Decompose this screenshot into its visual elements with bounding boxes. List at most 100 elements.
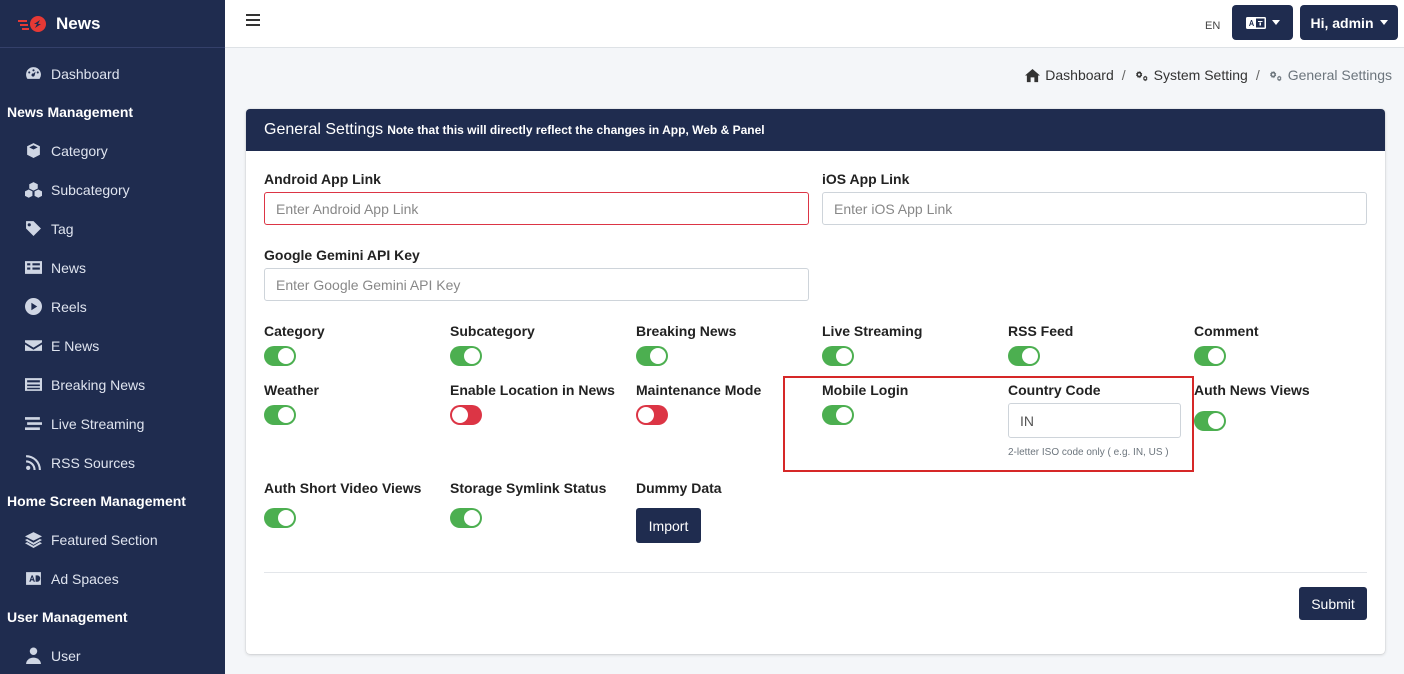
breadcrumb-dashboard[interactable]: Dashboard	[1025, 67, 1114, 83]
weather-toggle-label: Weather	[264, 382, 319, 398]
user-menu-button[interactable]: Hi, admin	[1300, 5, 1398, 40]
sidebar-item-live-streaming[interactable]: Live Streaming	[0, 404, 225, 443]
location-toggle-label: Enable Location in News	[450, 382, 615, 398]
breadcrumb-system-setting[interactable]: System Setting	[1134, 67, 1248, 83]
symlink-toggle-label: Storage Symlink Status	[450, 480, 607, 496]
maintenance-toggle[interactable]	[636, 405, 668, 425]
sidebar-item-category[interactable]: Category	[0, 131, 225, 170]
gears-icon	[1135, 70, 1148, 81]
breadcrumb-label: Dashboard	[1045, 67, 1114, 83]
dashboard-icon	[24, 65, 42, 83]
sidebar-item-label: User	[51, 647, 81, 664]
breadcrumb-general-settings: General Settings	[1268, 67, 1392, 83]
sidebar-item-label: Ad Spaces	[51, 570, 119, 587]
comment-toggle-label: Comment	[1194, 323, 1259, 339]
rss-feed-toggle-label: RSS Feed	[1008, 323, 1074, 339]
sidebar-item-label: Reels	[51, 298, 87, 315]
category-toggle-label: Category	[264, 323, 325, 339]
language-code: EN	[1205, 20, 1221, 32]
envelope-icon	[24, 337, 42, 355]
auth-news-views-toggle[interactable]	[1194, 411, 1226, 431]
gemini-key-label: Google Gemini API Key	[264, 247, 420, 263]
logo-icon	[18, 15, 46, 32]
menu-toggle-icon[interactable]	[246, 14, 260, 28]
sidebar-item-featured-section[interactable]: Featured Section	[0, 520, 225, 559]
sidebar-item-subcategory[interactable]: Subcategory	[0, 170, 225, 209]
home-icon	[1025, 68, 1041, 82]
sidebar-item-label: Featured Section	[51, 531, 158, 548]
sidebar-item-label: Category	[51, 142, 108, 159]
subcategory-toggle-label: Subcategory	[450, 323, 535, 339]
breadcrumb-label: General Settings	[1287, 67, 1392, 83]
general-settings-card: General Settings Note that this will dir…	[246, 109, 1385, 654]
language-button[interactable]	[1232, 5, 1293, 40]
ad-icon	[24, 570, 42, 588]
mobile-login-toggle[interactable]	[822, 405, 854, 425]
sidebar-item-label: Subcategory	[51, 181, 130, 198]
category-toggle[interactable]	[264, 346, 296, 366]
sidebar-item-label: Dashboard	[51, 65, 120, 82]
sidebar-item-label: News	[51, 259, 87, 276]
sidebar-section-header: User Management	[7, 609, 128, 625]
symlink-toggle[interactable]	[450, 508, 482, 528]
auth-short-video-toggle-label: Auth Short Video Views	[264, 480, 422, 496]
sidebar-item-reels[interactable]: Reels	[0, 287, 225, 326]
cubes-icon	[24, 181, 42, 199]
layers-icon	[24, 531, 42, 549]
sidebar-item-label: RSS Sources	[51, 454, 136, 471]
cube-icon	[24, 142, 42, 160]
chevron-down-icon	[1271, 20, 1280, 25]
auth-short-video-toggle[interactable]	[264, 508, 296, 528]
gears-icon	[1269, 70, 1282, 81]
sidebar-item-label: Breaking News	[51, 376, 146, 393]
sidebar-item-label: Tag	[51, 220, 74, 237]
subcategory-toggle[interactable]	[450, 346, 482, 366]
stream-icon	[24, 415, 42, 433]
sidebar-item-breaking-news[interactable]: Breaking News	[0, 365, 225, 404]
country-code-input[interactable]	[1008, 403, 1181, 438]
breadcrumb-label: System Setting	[1153, 67, 1248, 83]
card-header: General Settings Note that this will dir…	[246, 109, 1385, 151]
import-button[interactable]: Import	[636, 508, 701, 543]
ios-link-label: iOS App Link	[822, 171, 910, 187]
sidebar-section-header: News Management	[7, 104, 134, 120]
card-title: General Settings	[264, 121, 384, 138]
rss-feed-toggle[interactable]	[1008, 346, 1040, 366]
sidebar-item-label: Live Streaming	[51, 415, 145, 432]
user-icon	[24, 647, 42, 665]
live-streaming-toggle[interactable]	[822, 346, 854, 366]
brand[interactable]: News	[0, 0, 225, 48]
breaking-news-toggle-label: Breaking News	[636, 323, 737, 339]
location-toggle[interactable]	[450, 405, 482, 425]
topbar: EN Hi, admin	[225, 0, 1404, 48]
breadcrumb-separator: /	[1255, 67, 1260, 83]
submit-button[interactable]: Submit	[1299, 587, 1367, 620]
sidebar-item-news[interactable]: News	[0, 248, 225, 287]
user-greeting: Hi, admin	[1310, 14, 1374, 31]
mobile-login-toggle-label: Mobile Login	[822, 382, 909, 398]
gemini-key-input[interactable]	[264, 268, 809, 301]
sidebar-item-e-news[interactable]: E News	[0, 326, 225, 365]
android-link-label: Android App Link	[264, 171, 381, 187]
brand-name: News	[56, 13, 101, 33]
live-streaming-toggle-label: Live Streaming	[822, 323, 923, 339]
chevron-down-icon	[1379, 20, 1388, 25]
sidebar-item-tag[interactable]: Tag	[0, 209, 225, 248]
android-link-input[interactable]	[264, 192, 809, 225]
breaking-news-toggle[interactable]	[636, 346, 668, 366]
country-code-label: Country Code	[1008, 382, 1101, 398]
sidebar-item-ad-spaces[interactable]: Ad Spaces	[0, 559, 225, 598]
weather-toggle[interactable]	[264, 405, 296, 425]
ios-link-input[interactable]	[822, 192, 1367, 225]
sidebar-item-user[interactable]: User	[0, 636, 225, 674]
sidebar-item-rss-sources[interactable]: RSS Sources	[0, 443, 225, 482]
dummy-data-label: Dummy Data	[636, 480, 722, 496]
comment-toggle[interactable]	[1194, 346, 1226, 366]
sidebar-section-header: Home Screen Management	[7, 493, 186, 509]
sidebar-item-dashboard[interactable]: Dashboard	[0, 54, 225, 93]
card-note: Note that this will directly reflect the…	[387, 123, 765, 137]
auth-news-views-toggle-label: Auth News Views	[1194, 382, 1310, 398]
sidebar: News Dashboard News Management Category …	[0, 0, 225, 674]
tag-icon	[24, 220, 42, 238]
news-list-icon	[24, 259, 42, 277]
